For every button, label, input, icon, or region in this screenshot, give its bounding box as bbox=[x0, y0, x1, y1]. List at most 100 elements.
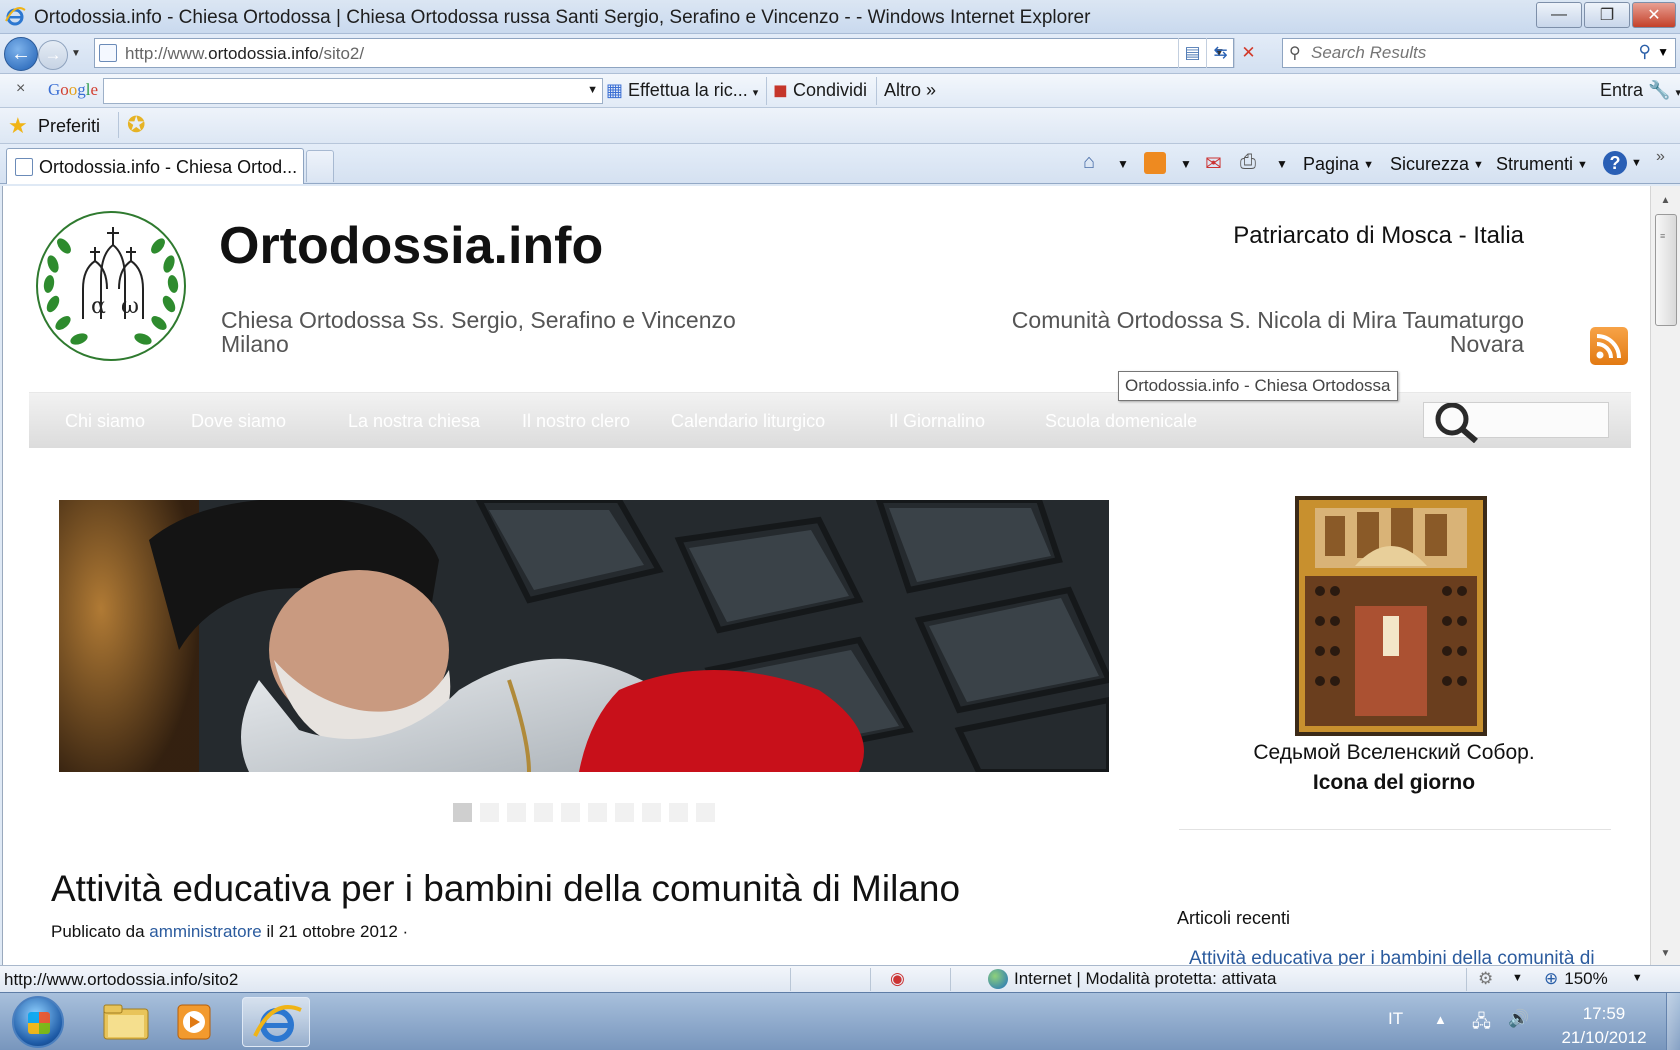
feeds-icon[interactable] bbox=[1144, 152, 1166, 174]
search-options-dropdown-icon[interactable]: ▼ bbox=[1657, 45, 1669, 59]
menu-item-il-giornalino[interactable]: Il Giornalino bbox=[889, 411, 985, 432]
signin-button[interactable]: Entra 🔧 ▾ bbox=[1600, 80, 1680, 101]
popup-blocker-icon[interactable]: ⚙ bbox=[1478, 969, 1493, 989]
stop-icon[interactable]: ✕ bbox=[1234, 38, 1262, 68]
privacy-eye-icon[interactable]: ◉ bbox=[890, 969, 905, 989]
forward-button[interactable]: → bbox=[38, 40, 68, 70]
show-hidden-icons-icon[interactable]: ▲ bbox=[1434, 1012, 1447, 1027]
more-button[interactable]: Altro » bbox=[884, 80, 936, 101]
media-player-taskbar-button[interactable] bbox=[160, 997, 228, 1047]
search-input[interactable] bbox=[1311, 42, 1611, 64]
vertical-scrollbar[interactable]: ▲ ≡ ▼ bbox=[1650, 186, 1680, 965]
feeds-dropdown-icon[interactable]: ▼ bbox=[1180, 157, 1192, 171]
google-search-button[interactable]: ▦ Effettua la ric... ▾ bbox=[606, 80, 758, 101]
menu-item-il-nostro-clero[interactable]: Il nostro clero bbox=[522, 411, 630, 432]
google-search-dropdown-icon[interactable]: ▼ bbox=[587, 84, 598, 96]
favorites-button[interactable]: Preferiti bbox=[38, 116, 100, 137]
scroll-up-icon[interactable]: ▲ bbox=[1651, 190, 1680, 210]
safety-menu[interactable]: Sicurezza ▼ bbox=[1390, 154, 1484, 175]
menu-item-chi-siamo[interactable]: Chi siamo bbox=[65, 411, 145, 432]
system-clock[interactable]: 17:59 21/10/2012 bbox=[1556, 1002, 1652, 1050]
close-button[interactable]: ✕ bbox=[1632, 2, 1676, 28]
search-go-icon[interactable]: ⚲ bbox=[1639, 42, 1651, 62]
compatibility-view-icon[interactable]: ▤ bbox=[1178, 38, 1206, 68]
patriarchate-label: Patriarcato di Mosca - Italia bbox=[1233, 222, 1524, 249]
icon-caption: Седьмой Вселенский Собор. bbox=[1253, 741, 1535, 764]
scroll-thumb[interactable] bbox=[1655, 214, 1677, 326]
site-search-icon[interactable] bbox=[1428, 403, 1482, 443]
slider-dot[interactable] bbox=[480, 803, 499, 822]
maximize-button[interactable]: ❐ bbox=[1584, 2, 1630, 28]
explorer-taskbar-button[interactable] bbox=[92, 997, 160, 1047]
address-bar[interactable]: http://www.ortodossia.info/sito2/ ▼ bbox=[94, 38, 1234, 68]
slider-dot[interactable] bbox=[588, 803, 607, 822]
hero-slider-image[interactable] bbox=[59, 500, 1109, 772]
sidebar-divider bbox=[1179, 829, 1611, 830]
new-tab-button[interactable] bbox=[306, 150, 334, 182]
internet-explorer-taskbar-button[interactable] bbox=[242, 997, 310, 1047]
post-author-link[interactable]: amministratore bbox=[149, 922, 261, 941]
home-icon[interactable]: ⌂ bbox=[1083, 151, 1095, 174]
favorites-star-icon[interactable]: ★ bbox=[8, 113, 28, 139]
subtitle-left-line1: Chiesa Ortodossa Ss. Sergio, Serafino e … bbox=[221, 307, 736, 333]
minimize-button[interactable]: — bbox=[1536, 2, 1582, 28]
menu-item-la-nostra-chiesa[interactable]: La nostra chiesa bbox=[348, 411, 480, 432]
home-dropdown-icon[interactable]: ▼ bbox=[1117, 157, 1129, 171]
zoom-magnifier-icon: ⊕ bbox=[1544, 969, 1559, 988]
slider-dot[interactable] bbox=[642, 803, 661, 822]
tab-ortodossia[interactable]: Ortodossia.info - Chiesa Ortod... bbox=[6, 148, 304, 184]
security-zone[interactable]: Internet | Modalità protetta: attivata bbox=[988, 969, 1276, 989]
slider-dot[interactable] bbox=[561, 803, 580, 822]
search-button-dropdown-icon: ▾ bbox=[752, 87, 759, 99]
scroll-down-icon[interactable]: ▼ bbox=[1651, 943, 1680, 963]
google-search-input[interactable]: ▼ bbox=[103, 78, 603, 104]
post-title[interactable]: Attività educativa per i bambini della c… bbox=[51, 868, 960, 910]
menu-item-dove-siamo[interactable]: Dove siamo bbox=[191, 411, 286, 432]
site-favicon-icon bbox=[99, 44, 117, 62]
clock-time: 17:59 bbox=[1582, 1004, 1626, 1023]
print-icon[interactable]: ⎙ bbox=[1240, 151, 1256, 174]
tools-menu[interactable]: Strumenti ▼ bbox=[1496, 154, 1588, 175]
zoom-level[interactable]: ⊕ 150% ▼ bbox=[1544, 969, 1643, 989]
google-search-colored-icon: ▦ bbox=[606, 80, 624, 100]
site-search-input[interactable] bbox=[1423, 402, 1609, 443]
internet-explorer-icon bbox=[253, 1005, 302, 1042]
slider-dot[interactable] bbox=[669, 803, 688, 822]
menu-item-scuola-domenicale[interactable]: Scuola domenicale bbox=[1045, 411, 1197, 432]
language-indicator[interactable]: IT bbox=[1388, 1009, 1403, 1029]
mail-icon[interactable]: ✉ bbox=[1205, 151, 1222, 176]
recent-article-link[interactable]: Attività educativa per i bambini della c… bbox=[1189, 948, 1595, 965]
start-button[interactable] bbox=[12, 996, 64, 1048]
slider-dot[interactable] bbox=[534, 803, 553, 822]
show-desktop-button[interactable] bbox=[1666, 993, 1680, 1050]
slider-dot[interactable] bbox=[696, 803, 715, 822]
icon-of-the-day-image[interactable] bbox=[1295, 496, 1487, 736]
site-title[interactable]: Ortodossia.info bbox=[219, 216, 603, 276]
subtitle-right-line1: Comunità Ortodossa S. Nicola di Mira Tau… bbox=[1011, 307, 1524, 333]
address-url[interactable]: http://www.ortodossia.info/sito2/ bbox=[125, 44, 364, 64]
print-dropdown-icon[interactable]: ▼ bbox=[1276, 157, 1288, 171]
menu-item-calendario-liturgico[interactable]: Calendario liturgico bbox=[671, 411, 825, 432]
refresh-icon[interactable]: ⇆ bbox=[1206, 38, 1234, 68]
recent-pages-dropdown-icon[interactable]: ▼ bbox=[71, 48, 81, 59]
volume-icon[interactable]: 🔊 bbox=[1508, 1009, 1529, 1029]
search-box[interactable]: ⚲ ⚲ ▼ bbox=[1282, 38, 1676, 68]
page-menu[interactable]: Pagina ▼ bbox=[1303, 154, 1374, 175]
window-controls: — ❐ ✕ bbox=[1534, 2, 1676, 28]
rss-feed-icon[interactable] bbox=[1590, 327, 1628, 365]
navigation-bar: ← → ▼ http://www.ortodossia.info/sito2/ … bbox=[0, 34, 1680, 74]
back-button[interactable]: ← bbox=[4, 37, 38, 71]
network-icon[interactable]: 🖧 bbox=[1472, 1009, 1491, 1038]
slider-dot[interactable] bbox=[453, 803, 472, 822]
share-button[interactable]: ◼ Condividi bbox=[773, 80, 867, 101]
wrench-icon: 🔧 bbox=[1648, 80, 1671, 100]
slider-dot[interactable] bbox=[615, 803, 634, 822]
popup-dropdown-icon[interactable]: ▼ bbox=[1512, 972, 1523, 984]
close-toolbar-icon[interactable]: × bbox=[16, 80, 25, 98]
more-commands-chevron-icon[interactable]: » bbox=[1656, 148, 1665, 166]
add-to-favorites-icon[interactable]: ✪ bbox=[118, 112, 145, 138]
status-bar: http://www.ortodossia.info/sito2 ◉ Inter… bbox=[0, 965, 1680, 992]
search-icon: ⚲ bbox=[1289, 45, 1301, 62]
slider-dot[interactable] bbox=[507, 803, 526, 822]
help-menu[interactable]: ? ▼ bbox=[1603, 151, 1642, 175]
